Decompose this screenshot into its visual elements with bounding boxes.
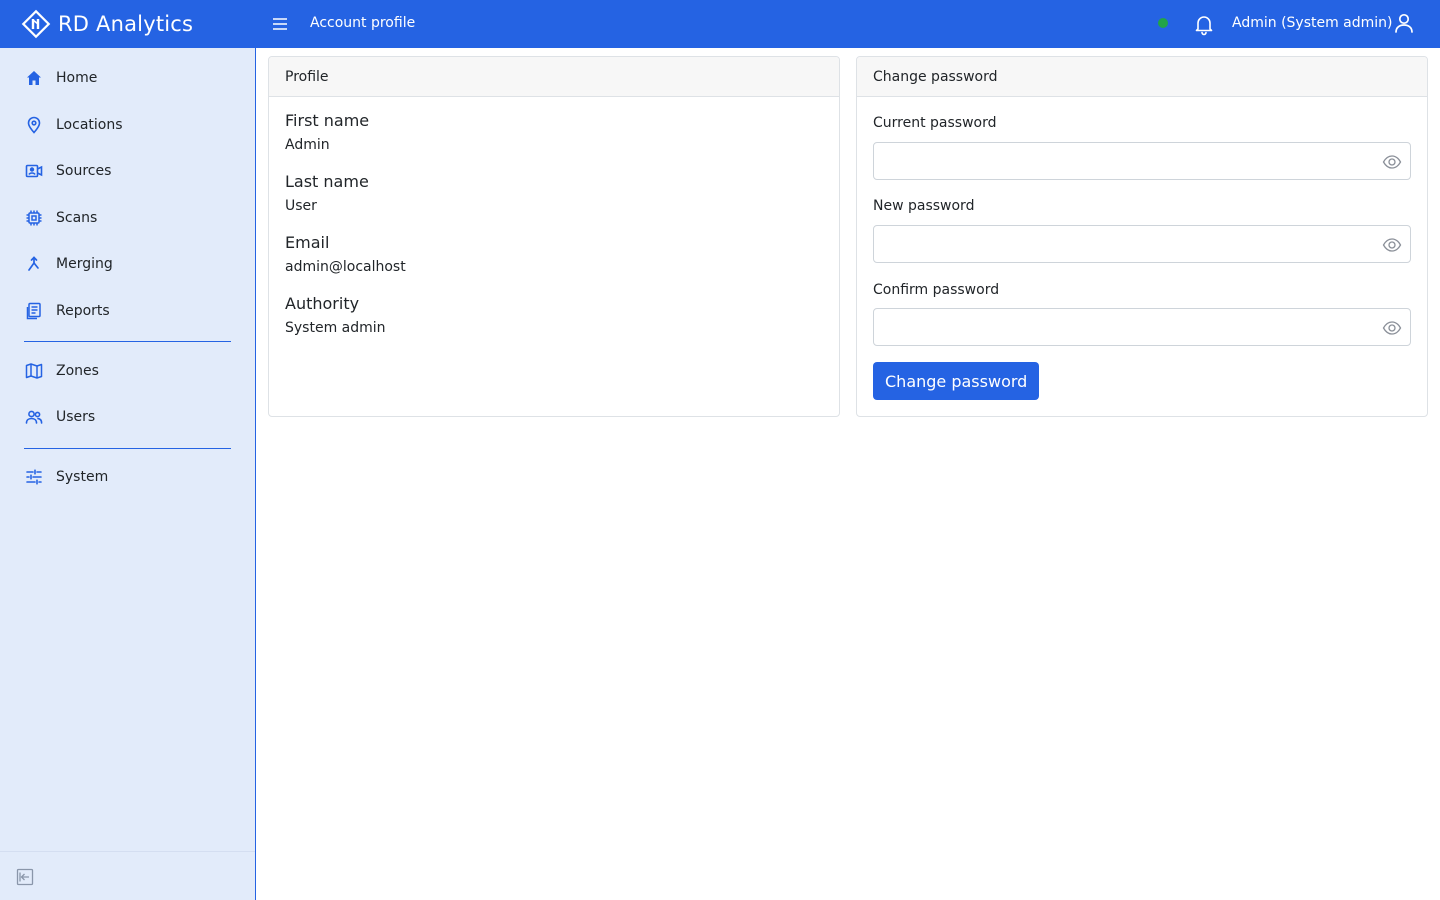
video-camera-icon	[24, 161, 44, 181]
new-password-field	[873, 225, 1411, 263]
notifications-bell-icon[interactable]	[1192, 12, 1216, 36]
sidebar-item-locations[interactable]: Locations	[0, 105, 255, 145]
first-name-label: First name	[285, 111, 370, 130]
menu-toggle-icon[interactable]	[270, 14, 290, 34]
sidebar-item-home[interactable]: Home	[0, 58, 255, 98]
sidebar-item-reports[interactable]: Reports	[0, 291, 255, 331]
sidebar-item-label: Merging	[56, 256, 113, 272]
current-password-field	[873, 142, 1411, 180]
new-password-input[interactable]	[874, 226, 1410, 262]
collapse-sidebar-icon[interactable]	[16, 868, 34, 886]
users-icon	[24, 407, 44, 427]
first-name-value: Admin	[285, 137, 330, 153]
page-title: Account profile	[310, 15, 416, 31]
confirm-password-label: Confirm password	[873, 282, 1000, 298]
map-pin-icon	[24, 115, 44, 135]
last-name-value: User	[285, 198, 317, 214]
show-password-eye-icon[interactable]	[1382, 318, 1402, 338]
new-password-label: New password	[873, 198, 975, 214]
change-password-card: Change password Current password New pas…	[856, 56, 1428, 417]
sidebar-divider	[24, 448, 231, 449]
brand-name: RD Analytics	[58, 12, 194, 36]
show-password-eye-icon[interactable]	[1382, 235, 1402, 255]
merge-icon	[24, 254, 44, 274]
sidebar-item-label: Home	[56, 70, 98, 86]
connection-status-indicator	[1158, 18, 1168, 28]
profile-card-title: Profile	[285, 68, 329, 85]
confirm-password-field	[873, 308, 1411, 346]
confirm-password-input[interactable]	[874, 309, 1410, 345]
sidebar-item-label: System	[56, 469, 109, 485]
map-icon	[24, 361, 44, 381]
sidebar-footer	[0, 851, 255, 900]
sidebar-item-label: Users	[56, 409, 96, 425]
show-password-eye-icon[interactable]	[1382, 152, 1402, 172]
change-password-card-header: Change password	[857, 57, 1427, 97]
sliders-icon	[24, 467, 44, 487]
sidebar: Home Locations Sources Scans Merging Rep…	[0, 48, 256, 900]
sidebar-item-scans[interactable]: Scans	[0, 198, 255, 238]
sidebar-item-label: Sources	[56, 163, 112, 179]
brand[interactable]: RD Analytics	[20, 8, 193, 40]
home-icon	[24, 68, 44, 88]
sidebar-item-merging[interactable]: Merging	[0, 244, 255, 284]
brand-logo-icon	[20, 8, 52, 40]
chip-icon	[24, 208, 44, 228]
authority-label: Authority	[285, 294, 360, 313]
email-value: admin@localhost	[285, 259, 406, 275]
sidebar-item-label: Zones	[56, 363, 99, 379]
report-icon	[24, 301, 44, 321]
current-password-input[interactable]	[874, 143, 1410, 179]
sidebar-item-label: Reports	[56, 303, 110, 319]
sidebar-item-system[interactable]: System	[0, 457, 255, 497]
sidebar-item-sources[interactable]: Sources	[0, 151, 255, 191]
top-bar: RD Analytics Account profile Admin (Syst…	[0, 0, 1440, 48]
sidebar-item-label: Locations	[56, 117, 123, 133]
profile-card: Profile First name Admin Last name User …	[268, 56, 840, 417]
sidebar-item-zones[interactable]: Zones	[0, 351, 255, 391]
user-avatar-icon[interactable]	[1392, 11, 1416, 35]
email-label: Email	[285, 233, 330, 252]
change-password-button[interactable]: Change password	[873, 362, 1040, 400]
sidebar-item-label: Scans	[56, 210, 98, 226]
sidebar-divider	[24, 341, 231, 342]
change-password-card-title: Change password	[873, 68, 998, 85]
user-menu-label[interactable]: Admin (System admin)	[1232, 15, 1393, 31]
authority-value: System admin	[285, 320, 386, 336]
profile-card-header: Profile	[269, 57, 839, 97]
sidebar-item-users[interactable]: Users	[0, 397, 255, 437]
current-password-label: Current password	[873, 115, 997, 131]
last-name-label: Last name	[285, 172, 369, 191]
